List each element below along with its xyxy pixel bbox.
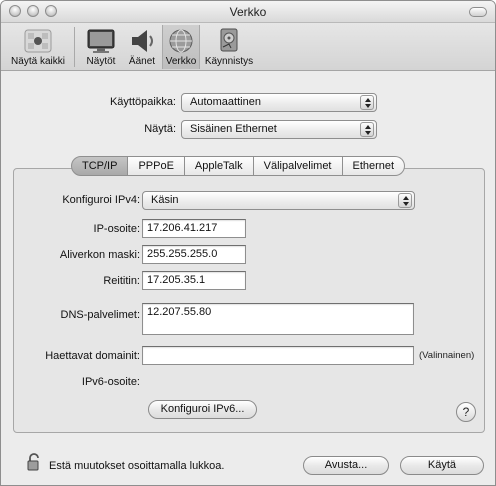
ip-address-field[interactable]: 17.206.41.217 bbox=[142, 219, 246, 238]
toolbar: Näytä kaikki Näytöt Äänet Verkko Käynnis… bbox=[1, 23, 495, 71]
toolbar-item-label: Näytöt bbox=[86, 56, 116, 67]
preferences-window: Verkko Näytä kaikki Näytöt Äänet Verkko … bbox=[0, 0, 496, 486]
show-label: Näytä: bbox=[144, 123, 176, 135]
toolbar-item-label: Verkko bbox=[165, 56, 197, 67]
toolbar-item-show-all[interactable]: Näytä kaikki bbox=[7, 25, 69, 69]
router-label: Reititin: bbox=[103, 275, 140, 287]
location-label: Käyttöpaikka: bbox=[109, 96, 176, 108]
show-popup[interactable]: Sisäinen Ethernet bbox=[181, 120, 377, 139]
toolbar-toggle-button[interactable] bbox=[469, 7, 487, 17]
configure-ipv4-value: Käsin bbox=[151, 194, 179, 206]
configure-ipv4-label: Konfiguroi IPv4: bbox=[62, 194, 140, 206]
toolbar-item-label: Äänet bbox=[128, 56, 156, 67]
toolbar-item-network[interactable]: Verkko bbox=[162, 25, 200, 69]
subnet-mask-field[interactable]: 255.255.255.0 bbox=[142, 245, 246, 264]
dns-servers-label: DNS-palvelimet: bbox=[60, 309, 140, 321]
lock-icon[interactable] bbox=[27, 452, 43, 472]
startup-disk-icon bbox=[220, 28, 238, 52]
tab-ethernet[interactable]: Ethernet bbox=[342, 156, 406, 176]
title-bar: Verkko bbox=[1, 1, 495, 23]
tab-pppoe[interactable]: PPPoE bbox=[128, 156, 185, 176]
tab-appletalk[interactable]: AppleTalk bbox=[184, 156, 254, 176]
tab-bar: TCP/IP PPPoE AppleTalk Välipalvelimet Et… bbox=[71, 156, 406, 176]
configure-ipv4-popup[interactable]: Käsin bbox=[142, 191, 415, 210]
subnet-mask-label: Aliverkon maski: bbox=[59, 249, 140, 261]
toolbar-item-sound[interactable]: Äänet bbox=[123, 25, 161, 69]
lock-message: Estä muutokset osoittamalla lukkoa. bbox=[49, 460, 225, 472]
help-button[interactable]: ? bbox=[456, 402, 476, 422]
dns-servers-field[interactable]: 12.207.55.80 bbox=[142, 303, 414, 335]
ip-address-label: IP-osoite: bbox=[93, 223, 140, 235]
tab-proxies[interactable]: Välipalvelimet bbox=[253, 156, 343, 176]
apple-grid-icon bbox=[24, 29, 52, 53]
popup-arrows-icon bbox=[398, 193, 412, 208]
toolbar-item-displays[interactable]: Näytöt bbox=[81, 25, 121, 69]
optional-note: (Valinnainen) bbox=[419, 350, 475, 361]
search-domains-field[interactable] bbox=[142, 346, 414, 365]
configure-ipv6-button[interactable]: Konfiguroi IPv6... bbox=[148, 400, 257, 419]
show-value: Sisäinen Ethernet bbox=[190, 123, 277, 135]
toolbar-separator bbox=[74, 27, 75, 67]
popup-arrows-icon bbox=[360, 95, 374, 110]
toolbar-item-startup-disk[interactable]: Käynnistys bbox=[203, 25, 255, 69]
globe-icon bbox=[169, 29, 193, 53]
speaker-icon bbox=[132, 30, 153, 52]
apply-button[interactable]: Käytä bbox=[400, 456, 484, 475]
toolbar-item-label: Näytä kaikki bbox=[11, 56, 65, 67]
assist-button[interactable]: Avusta... bbox=[303, 456, 389, 475]
ipv6-address-label: IPv6-osoite: bbox=[81, 376, 140, 388]
window-title: Verkko bbox=[229, 5, 267, 19]
search-domains-label: Haettavat domainit: bbox=[45, 350, 140, 362]
location-value: Automaattinen bbox=[190, 96, 261, 108]
router-field[interactable]: 17.205.35.1 bbox=[142, 271, 246, 290]
location-popup[interactable]: Automaattinen bbox=[181, 93, 377, 112]
popup-arrows-icon bbox=[360, 122, 374, 137]
tab-tcpip[interactable]: TCP/IP bbox=[71, 156, 129, 176]
display-icon bbox=[87, 29, 115, 53]
toolbar-item-label: Käynnistys bbox=[204, 56, 254, 67]
